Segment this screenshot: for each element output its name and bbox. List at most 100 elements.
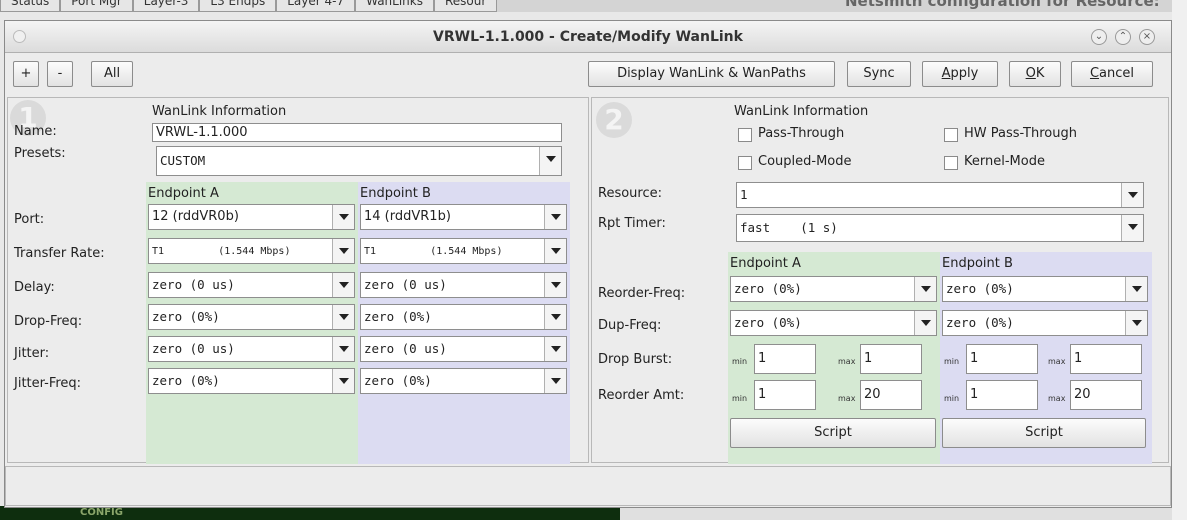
next-button[interactable]: +	[13, 61, 39, 87]
resource-label: Resource:	[598, 186, 662, 201]
sync-button[interactable]: Sync	[847, 61, 911, 87]
cancel-mnemonic: C	[1089, 66, 1100, 81]
presets-label: Presets:	[14, 146, 66, 161]
chevron-down-icon	[544, 369, 566, 393]
script-b-button[interactable]: Script	[942, 418, 1146, 448]
drop-burst-a-min-input[interactable]: 1	[754, 344, 816, 374]
apply-button[interactable]: Apply	[922, 61, 998, 87]
endpoint-b-header: Endpoint B	[942, 256, 1013, 271]
coupled-mode-label: Coupled-Mode	[758, 154, 852, 169]
chevron-down-icon	[544, 239, 566, 263]
chevron-down-icon	[332, 205, 354, 229]
delay-b-select[interactable]: zero (0 us)	[360, 272, 567, 298]
chevron-down-icon	[544, 205, 566, 229]
maximize-button[interactable]: ⌃	[1115, 29, 1131, 45]
background-terminal: CONFIG	[0, 506, 620, 520]
jitter-freq-a-value: zero (0%)	[152, 373, 220, 388]
hw-pass-through-label: HW Pass-Through	[964, 126, 1077, 141]
reorder-freq-b-value: zero (0%)	[946, 281, 1014, 296]
dup-freq-b-select[interactable]: zero (0%)	[942, 310, 1148, 336]
rpt-timer-label: Rpt Timer:	[598, 216, 666, 231]
ok-button[interactable]: OK	[1009, 61, 1061, 87]
reorder-amt-b-min-input[interactable]: 1	[966, 380, 1038, 410]
drop-burst-a-max-input[interactable]: 1	[860, 344, 922, 374]
close-button[interactable]: ×	[1139, 29, 1155, 45]
all-button[interactable]: All	[91, 61, 133, 87]
chevron-down-icon	[914, 311, 936, 335]
background-tab-bar: Status Port Mgr Layer-3 L3 Endps Layer 4…	[0, 0, 498, 12]
chevron-down-icon	[332, 273, 354, 297]
background-tab[interactable]: Layer 4-7	[276, 0, 356, 12]
resource-value: 1	[740, 187, 748, 202]
rpt-timer-select[interactable]: fast (1 s)	[736, 214, 1144, 242]
dup-freq-a-select[interactable]: zero (0%)	[730, 310, 937, 336]
reorder-amt-b-max-input[interactable]: 20	[1070, 380, 1142, 410]
transfer-rate-a-select[interactable]: T1 (1.544 Mbps)	[148, 238, 355, 264]
cancel-button[interactable]: Cancel	[1071, 61, 1153, 87]
transfer-rate-b-value: T1 (1.544 Mbps)	[364, 246, 503, 257]
chevron-down-icon	[332, 337, 354, 361]
coupled-mode-checkbox[interactable]	[738, 156, 752, 170]
presets-select[interactable]: CUSTOM	[156, 146, 562, 176]
min-label: min	[732, 394, 748, 403]
kernel-mode-checkbox[interactable]	[944, 156, 958, 170]
drop-freq-a-select[interactable]: zero (0%)	[148, 304, 355, 330]
hw-pass-through-checkbox[interactable]	[944, 128, 958, 142]
max-label: max	[838, 357, 856, 366]
pass-through-checkbox[interactable]	[738, 128, 752, 142]
script-a-button[interactable]: Script	[730, 418, 936, 448]
port-b-select[interactable]: 14 (rddVR1b)	[360, 204, 567, 230]
drop-burst-b-max-input[interactable]: 1	[1070, 344, 1142, 374]
jitter-a-select[interactable]: zero (0 us)	[148, 336, 355, 362]
transfer-rate-b-select[interactable]: T1 (1.544 Mbps)	[360, 238, 567, 264]
max-label: max	[1048, 394, 1066, 403]
apply-label: pply	[950, 66, 979, 81]
background-tab[interactable]: Status	[0, 0, 61, 12]
background-tab[interactable]: WanLinks	[355, 0, 434, 12]
port-a-select[interactable]: 12 (rddVR0b)	[148, 204, 355, 230]
section-badge: 2	[596, 102, 632, 138]
reorder-amt-a-max-input[interactable]: 20	[860, 380, 922, 410]
jitter-freq-a-select[interactable]: zero (0%)	[148, 368, 355, 394]
delay-b-value: zero (0 us)	[364, 277, 447, 292]
chevron-down-icon	[332, 369, 354, 393]
chevron-down-icon	[332, 239, 354, 263]
port-b-value: 14 (rddVR1b)	[364, 209, 451, 224]
endpoint-b-header: Endpoint B	[360, 186, 431, 201]
background-config-label: CONFIG	[80, 507, 123, 518]
jitter-b-select[interactable]: zero (0 us)	[360, 336, 567, 362]
wanlink-panel-right: 2 WanLink Information Pass-Through HW Pa…	[591, 97, 1169, 464]
transfer-rate-label: Transfer Rate:	[14, 246, 105, 261]
drop-burst-label: Drop Burst:	[598, 352, 673, 367]
delay-a-value: zero (0 us)	[152, 277, 235, 292]
title-bar[interactable]: VRWL-1.1.000 - Create/Modify WanLink ⌄ ⌃…	[5, 21, 1171, 53]
background-panel	[620, 506, 1172, 520]
background-tab[interactable]: Port Mgr	[60, 0, 133, 12]
reorder-amt-a-min-input[interactable]: 1	[754, 380, 816, 410]
resource-select[interactable]: 1	[736, 182, 1144, 208]
jitter-freq-b-select[interactable]: zero (0%)	[360, 368, 567, 394]
drop-burst-b-min-input[interactable]: 1	[966, 344, 1038, 374]
reorder-freq-a-value: zero (0%)	[734, 281, 802, 296]
previous-button[interactable]: -	[47, 61, 73, 87]
drop-freq-label: Drop-Freq:	[14, 314, 83, 329]
dup-freq-label: Dup-Freq:	[598, 318, 662, 333]
minimize-button[interactable]: ⌄	[1091, 29, 1107, 45]
dup-freq-a-value: zero (0%)	[734, 315, 802, 330]
jitter-freq-b-value: zero (0%)	[364, 373, 432, 388]
background-tab[interactable]: Layer-3	[132, 0, 200, 12]
delay-a-select[interactable]: zero (0 us)	[148, 272, 355, 298]
display-wanlink-button[interactable]: Display WanLink & WanPaths	[588, 61, 835, 87]
name-input[interactable]: VRWL-1.1.000	[152, 123, 562, 142]
drop-freq-b-select[interactable]: zero (0%)	[360, 304, 567, 330]
endpoint-a-header: Endpoint A	[730, 256, 801, 271]
reorder-freq-b-select[interactable]: zero (0%)	[942, 276, 1148, 302]
reorder-freq-label: Reorder-Freq:	[598, 286, 686, 301]
presets-value: CUSTOM	[160, 153, 206, 168]
background-tab[interactable]: L3 Endps	[199, 0, 277, 12]
pass-through-label: Pass-Through	[758, 126, 845, 141]
min-label: min	[732, 357, 748, 366]
reorder-freq-a-select[interactable]: zero (0%)	[730, 276, 937, 302]
background-tab[interactable]: Resour	[434, 0, 498, 12]
rpt-timer-value: fast (1 s)	[740, 220, 838, 235]
